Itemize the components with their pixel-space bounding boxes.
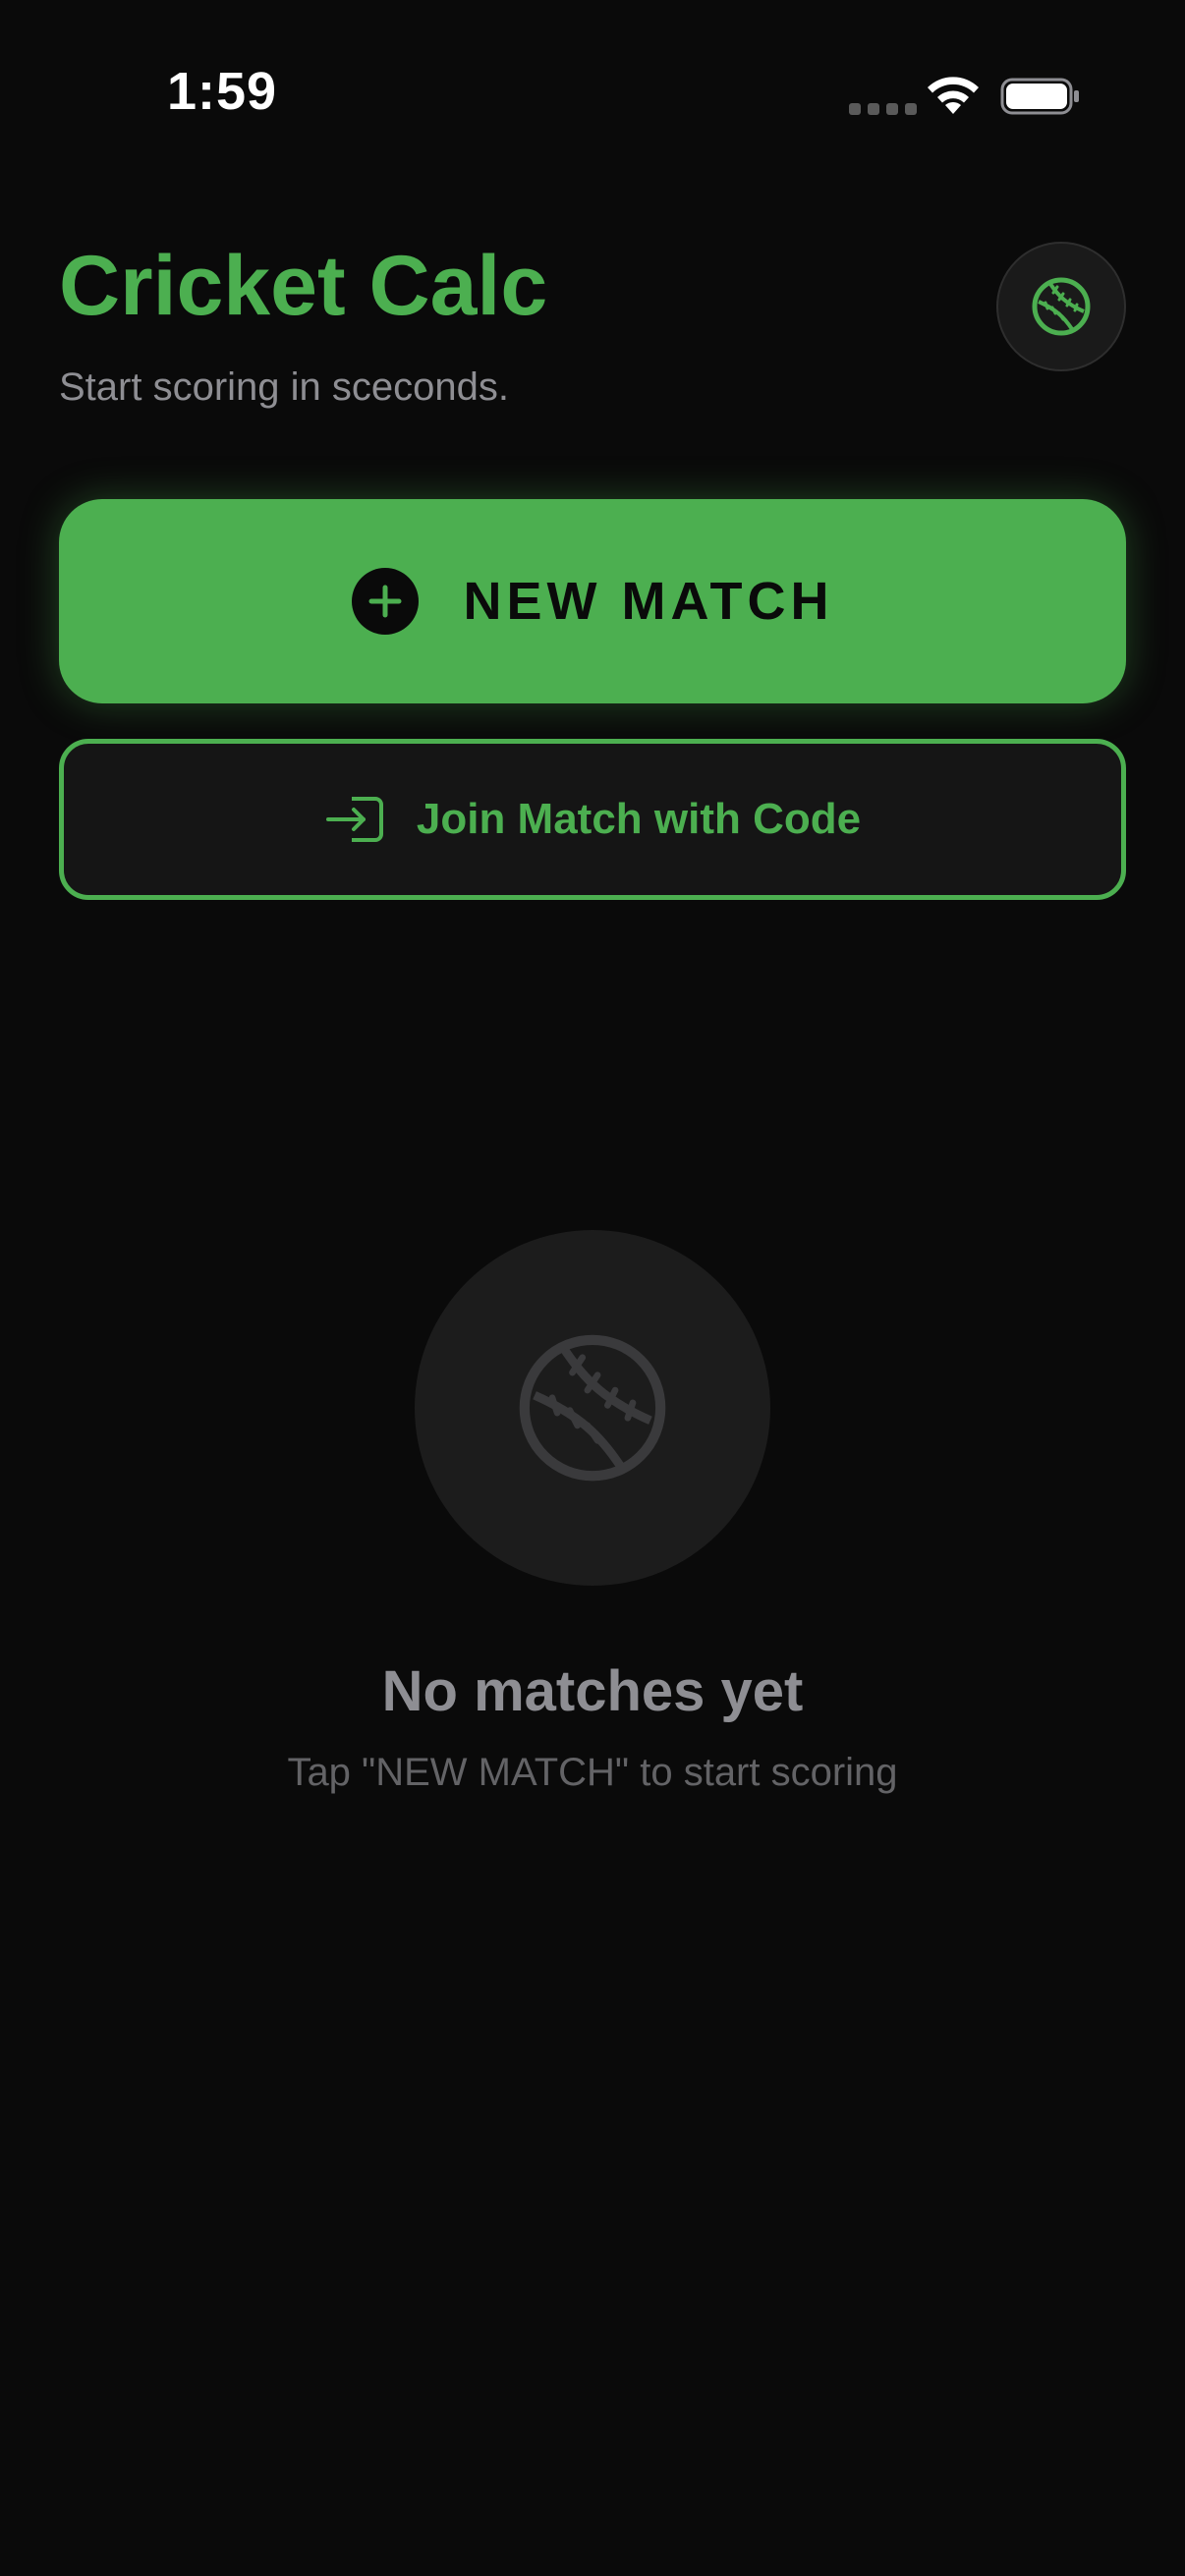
baseball-icon bbox=[519, 1334, 666, 1482]
profile-button[interactable] bbox=[996, 242, 1126, 371]
baseball-icon bbox=[1032, 277, 1091, 336]
empty-state-illustration bbox=[415, 1230, 770, 1586]
cellular-signal-icon bbox=[849, 103, 917, 115]
status-bar: 1:59 bbox=[0, 0, 1185, 147]
battery-icon bbox=[1000, 78, 1079, 115]
empty-state-title: No matches yet bbox=[381, 1659, 804, 1723]
join-match-button[interactable]: Join Match with Code bbox=[59, 739, 1126, 900]
enter-icon bbox=[325, 797, 383, 842]
new-match-button[interactable]: NEW MATCH bbox=[59, 499, 1126, 703]
app-subtitle: Start scoring in sceconds. bbox=[59, 365, 509, 409]
empty-state-subtitle: Tap "NEW MATCH" to start scoring bbox=[287, 1751, 898, 1794]
status-time: 1:59 bbox=[167, 62, 278, 121]
home-screen: 1:59 Cricket Calc Start scoring in sceco… bbox=[0, 0, 1185, 2576]
wifi-icon bbox=[928, 77, 979, 114]
join-match-label: Join Match with Code bbox=[416, 795, 862, 843]
plus-circle-icon bbox=[351, 568, 419, 635]
app-title: Cricket Calc bbox=[59, 239, 548, 333]
new-match-label: NEW MATCH bbox=[463, 572, 834, 631]
